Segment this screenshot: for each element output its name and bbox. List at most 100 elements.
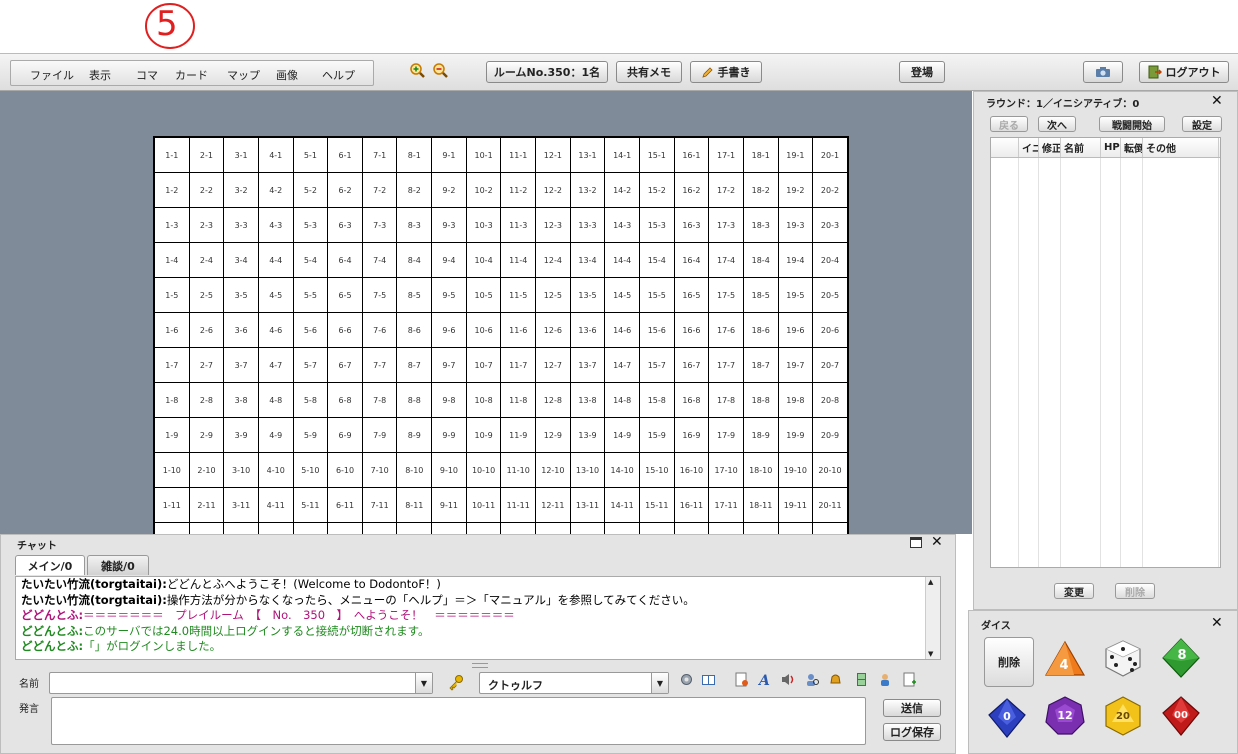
- user-search-icon[interactable]: [805, 672, 820, 687]
- map-cell: 4-7: [258, 348, 294, 383]
- splitter-grip[interactable]: [472, 663, 488, 668]
- film-icon[interactable]: [854, 672, 869, 687]
- logout-button[interactable]: ログアウト: [1139, 61, 1229, 83]
- map-cell: 16-1: [674, 138, 710, 173]
- chat-panel: チャット ✕ メイン/0 雑談/0 たいたい竹流(torgtaitai):どどん…: [0, 534, 956, 754]
- chat-text: どどんとふへようこそ！(Welcome to DodontoF！): [166, 577, 441, 591]
- menu-view[interactable]: 表示: [89, 67, 111, 83]
- dice-delete-button[interactable]: 削除: [984, 637, 1034, 687]
- menu-image[interactable]: 画像: [276, 67, 298, 83]
- menu-file[interactable]: ファイル: [30, 67, 74, 83]
- initiative-column-header[interactable]: 修正: [1039, 138, 1061, 157]
- initiative-close-icon[interactable]: ✕: [1211, 94, 1223, 108]
- font-icon[interactable]: A: [757, 672, 772, 687]
- initiative-column-header[interactable]: HP: [1101, 138, 1121, 157]
- d20-icon[interactable]: 20: [1102, 695, 1144, 737]
- map-cell: 18-1: [743, 138, 779, 173]
- back-button[interactable]: 戻る: [990, 116, 1028, 132]
- new-file-icon[interactable]: [902, 672, 917, 687]
- menu-help[interactable]: ヘルプ: [322, 67, 355, 83]
- map-cell: 3-5: [224, 278, 259, 313]
- gear-icon[interactable]: [679, 672, 694, 687]
- menu-card[interactable]: カード: [175, 67, 208, 83]
- map-cell: 12-6: [536, 313, 571, 348]
- map-cell: 2-4: [189, 243, 225, 278]
- map-cell: 10-7: [466, 348, 502, 383]
- chat-close-icon[interactable]: ✕: [931, 535, 943, 549]
- tab-main[interactable]: メイン/0: [15, 555, 85, 575]
- d12-icon[interactable]: 12: [1044, 695, 1086, 737]
- save-log-button[interactable]: ログ保存: [883, 723, 941, 741]
- map-cell: 17-12: [709, 523, 744, 534]
- change-button[interactable]: 変更: [1054, 583, 1094, 599]
- shared-memo-button[interactable]: 共有メモ: [616, 61, 682, 83]
- map-cell: 1-3: [155, 208, 190, 243]
- map-cell: 20-6: [813, 313, 847, 348]
- speaker-icon[interactable]: [781, 672, 796, 687]
- dice-close-icon[interactable]: ✕: [1211, 616, 1223, 630]
- enter-button[interactable]: 登場: [899, 61, 945, 83]
- name-dropdown[interactable]: ▼: [49, 672, 433, 694]
- tab-chat[interactable]: 雑談/0: [87, 555, 149, 575]
- document-icon[interactable]: [734, 672, 749, 687]
- scroll-down-icon[interactable]: ▼: [928, 650, 933, 658]
- initiative-column: [1121, 158, 1143, 567]
- map-cell: 1-9: [155, 418, 190, 453]
- menu-map[interactable]: マップ: [227, 67, 260, 83]
- map-cell: 14-4: [605, 243, 640, 278]
- handwrite-button[interactable]: 手書き: [690, 61, 762, 83]
- map-cell: 11-8: [501, 383, 537, 418]
- map-cell: 20-11: [813, 488, 847, 523]
- character-icon[interactable]: [878, 672, 893, 687]
- map-cell: 5-6: [293, 313, 329, 348]
- map-cell: 14-10: [605, 453, 640, 488]
- map-cell: 7-8: [362, 383, 398, 418]
- minimize-icon[interactable]: [910, 537, 922, 548]
- map-cell: 18-2: [743, 173, 779, 208]
- map-board[interactable]: 1-1 2-1 3-1 4-1 5-1 6-1 7-1 8-1 9-1 10-1 11-1 12-1 1…: [153, 136, 849, 534]
- initiative-column: [1061, 158, 1101, 567]
- zoom-out-icon[interactable]: [432, 62, 449, 79]
- map-cell: 4-3: [258, 208, 294, 243]
- send-button[interactable]: 送信: [883, 699, 941, 717]
- map-cell: 19-3: [778, 208, 814, 243]
- scroll-up-icon[interactable]: ▲: [928, 578, 933, 586]
- initiative-column-header[interactable]: イニ: [1019, 138, 1039, 157]
- initiative-column-header[interactable]: その他: [1143, 138, 1219, 157]
- next-button[interactable]: 次へ: [1038, 116, 1076, 132]
- camera-button[interactable]: [1083, 61, 1123, 83]
- initiative-column-header[interactable]: 名前: [1061, 138, 1101, 157]
- zoom-in-icon[interactable]: [409, 62, 426, 79]
- map-cell: 19-11: [778, 488, 814, 523]
- book-icon[interactable]: [701, 672, 716, 687]
- initiative-delete-button[interactable]: 削除: [1115, 583, 1155, 599]
- message-input[interactable]: [51, 697, 866, 745]
- initiative-panel: ラウンド：1／イニシアティブ：0 ✕ 戻る 次へ 戦闘開始 設定 イニ修正名前H…: [973, 91, 1238, 610]
- menu-piece[interactable]: コマ: [136, 67, 158, 83]
- map-cell: 12-12: [536, 523, 571, 534]
- map-cell: 13-9: [570, 418, 606, 453]
- chat-scrollbar[interactable]: ▲ ▼: [925, 577, 940, 659]
- map-cell: 9-7: [432, 348, 467, 383]
- d100-icon[interactable]: 00: [1160, 695, 1202, 737]
- key-icon[interactable]: [447, 674, 465, 692]
- d8-icon[interactable]: 8: [1160, 637, 1202, 679]
- bell-icon[interactable]: [828, 672, 843, 687]
- game-system-dropdown[interactable]: クトゥルフ ▼: [479, 672, 669, 694]
- svg-text:A: A: [757, 673, 770, 687]
- initiative-column: [1019, 158, 1039, 567]
- room-info-button[interactable]: ルームNo.350：1名: [486, 61, 608, 83]
- map-cell: 14-8: [605, 383, 640, 418]
- initiative-settings-button[interactable]: 設定: [1182, 116, 1222, 132]
- chat-log[interactable]: たいたい竹流(torgtaitai):どどんとふへようこそ！(Welcome t…: [15, 576, 941, 660]
- d10-icon[interactable]: 0: [986, 697, 1028, 739]
- map-cell: 13-8: [570, 383, 606, 418]
- d6-icon[interactable]: [1102, 637, 1144, 679]
- battle-start-button[interactable]: 戦闘開始: [1099, 116, 1165, 132]
- initiative-column: [991, 158, 1019, 567]
- map-cell: 6-11: [328, 488, 363, 523]
- map-cell: 5-4: [293, 243, 329, 278]
- initiative-column-header[interactable]: 転倒: [1121, 138, 1143, 157]
- d4-icon[interactable]: 4: [1044, 639, 1086, 681]
- map-cell: 1-1: [155, 138, 190, 173]
